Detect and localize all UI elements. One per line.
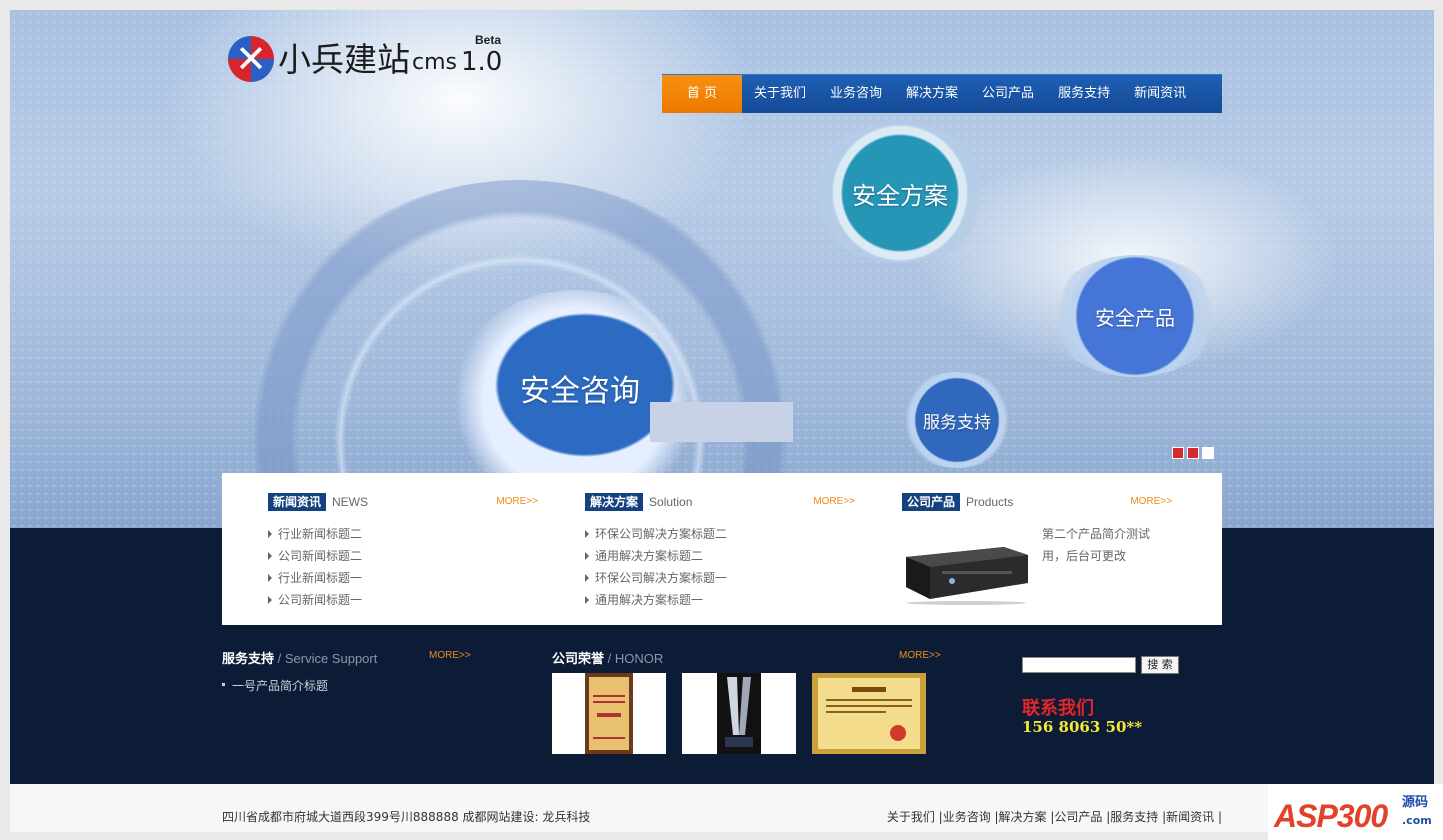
bubble-label: 安全咨询 xyxy=(520,374,640,409)
list-item[interactable]: 环保公司解决方案标题二 xyxy=(585,523,855,545)
bubble-service-support[interactable]: 服务支持 xyxy=(898,372,1016,468)
footer-address: 四川省成都市府城大道西段399号川888888 成都网站建设: 龙兵科技 xyxy=(222,810,591,824)
support-title-en: / Service Support xyxy=(274,651,378,666)
list-item[interactable]: 通用解决方案标题一 xyxy=(585,589,855,611)
nav-about[interactable]: 关于我们 xyxy=(742,75,818,113)
products-column: 公司产品 Products MORE>> 第二个产品简介测试用，后台可更改 xyxy=(902,493,1172,613)
bubble-label: 服务支持 xyxy=(923,412,991,433)
list-item[interactable]: 环保公司解决方案标题一 xyxy=(585,567,855,589)
banner-blank-patch xyxy=(650,402,793,442)
list-item[interactable]: 通用解决方案标题二 xyxy=(585,545,855,567)
asp300-watermark-logo: ASP300 源码 .com xyxy=(1268,784,1443,840)
honor-image-certificate[interactable] xyxy=(812,673,926,754)
watermark-main: ASP300 xyxy=(1274,798,1388,834)
support-section-title: 服务支持 / Service Support xyxy=(222,648,377,667)
honor-more-link[interactable]: MORE>> xyxy=(899,650,941,661)
search-input[interactable] xyxy=(1022,657,1136,673)
search-button[interactable]: 搜 索 xyxy=(1141,656,1179,674)
list-item[interactable]: 公司新闻标题二 xyxy=(268,545,538,567)
info-panel: 新闻资讯 NEWS MORE>> 行业新闻标题二 公司新闻标题二 行业新闻标题一 … xyxy=(222,473,1222,625)
bubble-label: 安全产品 xyxy=(1095,305,1175,330)
product-description: 第二个产品简介测试用，后台可更改 xyxy=(1042,527,1151,563)
nav-support[interactable]: 服务支持 xyxy=(1046,75,1122,113)
products-en: Products xyxy=(966,495,1014,509)
slider-pagination xyxy=(1172,447,1214,459)
site-logo[interactable]: 小兵建站 cms 1.0 Beta xyxy=(228,33,503,82)
nav-home[interactable]: 首 页 xyxy=(662,75,742,113)
product-server-image[interactable] xyxy=(902,543,1030,605)
nav-consulting[interactable]: 业务咨询 xyxy=(818,75,894,113)
logo-version: 1.0 xyxy=(461,47,503,77)
nav-solutions[interactable]: 解决方案 xyxy=(894,75,970,113)
contact-title: 联系我们 xyxy=(1022,698,1094,719)
nav-products[interactable]: 公司产品 xyxy=(970,75,1046,113)
bubble-security-product[interactable]: 安全产品 xyxy=(1050,255,1220,377)
solution-tag: 解决方案 xyxy=(585,493,644,511)
news-header: 新闻资讯 NEWS MORE>> xyxy=(268,493,538,511)
support-list-item[interactable]: 一号产品简介标题 xyxy=(222,677,328,694)
news-column: 新闻资讯 NEWS MORE>> 行业新闻标题二 公司新闻标题二 行业新闻标题一 … xyxy=(268,493,538,611)
solution-column: 解决方案 Solution MORE>> 环保公司解决方案标题二 通用解决方案标题… xyxy=(585,493,855,611)
slider-dot-active[interactable] xyxy=(1202,447,1214,459)
products-tag: 公司产品 xyxy=(902,493,961,511)
logo-cms: cms xyxy=(412,50,457,75)
watermark-domain: .com xyxy=(1402,814,1432,827)
solution-more-link[interactable]: MORE>> xyxy=(813,496,855,507)
logo-beta: Beta xyxy=(475,33,502,47)
list-item[interactable]: 行业新闻标题二 xyxy=(268,523,538,545)
solution-list: 环保公司解决方案标题二 通用解决方案标题二 环保公司解决方案标题一 通用解决方案… xyxy=(585,523,855,611)
logo-name: 小兵建站 xyxy=(278,40,410,79)
slider-dot[interactable] xyxy=(1172,447,1184,459)
main-nav: 首 页 关于我们 业务咨询 解决方案 公司产品 服务支持 新闻资讯 xyxy=(662,74,1222,113)
products-header: 公司产品 Products MORE>> xyxy=(902,493,1172,511)
bubble-security-consulting[interactable]: 安全咨询 xyxy=(465,303,695,473)
support-title: 服务支持 xyxy=(222,652,275,667)
bubble-label: 安全方案 xyxy=(852,181,948,210)
plaque-icon xyxy=(585,673,633,754)
solution-header: 解决方案 Solution MORE>> xyxy=(585,493,855,511)
honor-section-title: 公司荣誉 / HONOR xyxy=(552,648,663,667)
news-list: 行业新闻标题二 公司新闻标题二 行业新闻标题一 公司新闻标题一 xyxy=(268,523,538,611)
honor-image-plaque[interactable] xyxy=(552,673,666,754)
bubble-security-solution[interactable]: 安全方案 xyxy=(810,123,990,263)
contact-phone: 156 8063 50** xyxy=(1022,718,1143,736)
footer: 四川省成都市府城大道西段399号川888888 成都网站建设: 龙兵科技 关于我… xyxy=(10,784,1434,832)
certificate-icon xyxy=(812,673,926,754)
honor-image-trophy[interactable] xyxy=(682,673,796,754)
hero-banner: 小兵建站 cms 1.0 Beta 首 页 关于我们 业务咨询 解决方案 公司产… xyxy=(10,10,1434,700)
trophy-icon xyxy=(717,673,761,754)
news-more-link[interactable]: MORE>> xyxy=(496,496,538,507)
slider-dot[interactable] xyxy=(1187,447,1199,459)
honor-title-en: / HONOR xyxy=(604,651,664,666)
honor-title: 公司荣誉 xyxy=(552,652,605,667)
footer-links[interactable]: 关于我们 |业务咨询 |解决方案 |公司产品 |服务支持 |新闻资讯 | xyxy=(887,808,1222,825)
logo-x-icon xyxy=(228,36,274,82)
list-item[interactable]: 行业新闻标题一 xyxy=(268,567,538,589)
news-tag: 新闻资讯 xyxy=(268,493,327,511)
page: 小兵建站 cms 1.0 Beta 首 页 关于我们 业务咨询 解决方案 公司产… xyxy=(10,10,1434,832)
nav-news[interactable]: 新闻资讯 xyxy=(1122,75,1198,113)
watermark-small: 源码 xyxy=(1402,795,1429,810)
list-item[interactable]: 公司新闻标题一 xyxy=(268,589,538,611)
news-en: NEWS xyxy=(332,495,369,509)
products-more-link[interactable]: MORE>> xyxy=(1130,496,1172,507)
support-more-link[interactable]: MORE>> xyxy=(429,650,471,661)
solution-en: Solution xyxy=(649,495,693,509)
